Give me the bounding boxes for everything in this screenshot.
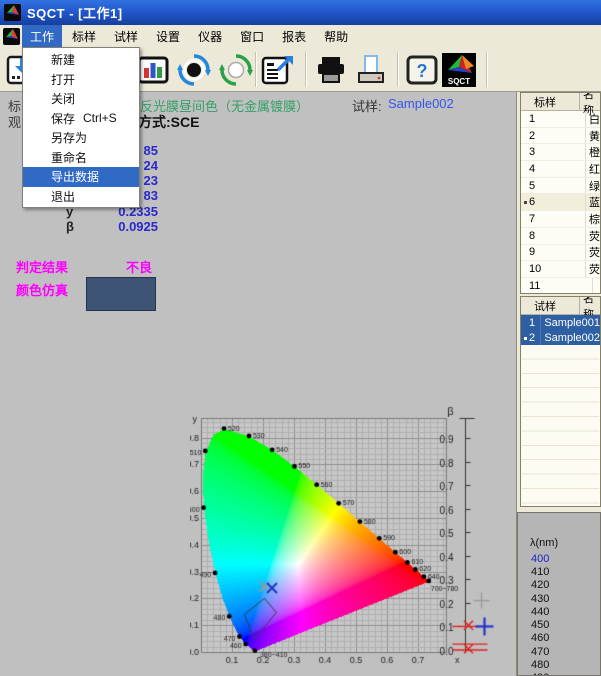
value: 83	[144, 188, 158, 203]
title-bar[interactable]: SQCT - [工作1]	[0, 0, 601, 25]
svg-text:SQCT: SQCT	[448, 77, 470, 86]
work-dropdown-menu: 新建 打开 关闭 保存Ctrl+S 另存为 重命名 导出数据 退出	[22, 47, 140, 208]
menu-sample[interactable]: 试样	[106, 25, 146, 47]
spectral-data-panel: λ(nm) 400 410 420 430 440 450 460 470 48…	[517, 512, 601, 676]
judgment-result: 不良	[126, 257, 152, 276]
wavelength-value: 410	[518, 565, 600, 578]
menu-item-save-as[interactable]: 另存为	[23, 128, 139, 148]
wavelength-value: 430	[518, 592, 600, 605]
menu-item-save[interactable]: 保存Ctrl+S	[23, 109, 139, 129]
wavelength-value: 440	[518, 605, 600, 618]
standard-row[interactable]: 9荧	[521, 245, 600, 262]
empty-rows	[522, 345, 599, 505]
wavelength-header: λ(nm)	[530, 537, 600, 549]
sqct-about-button[interactable]: SQCT	[440, 51, 478, 89]
menu-item-rename[interactable]: 重命名	[23, 148, 139, 168]
toolbar-separator	[397, 52, 399, 87]
sample-target-icon	[219, 53, 253, 87]
cie-chromaticity-chart	[190, 405, 515, 676]
judgment-label: 判定结果	[16, 257, 68, 276]
measure-mode: 方式:SCE	[138, 112, 199, 132]
svg-text:?: ?	[417, 61, 428, 81]
menu-item-export-data[interactable]: 导出数据	[23, 167, 139, 187]
toolbar-separator	[305, 52, 307, 87]
help-icon: ?	[406, 55, 438, 85]
current-row-marker	[524, 337, 527, 340]
standards-table-header: 标样 名称	[521, 93, 600, 111]
app-icon	[4, 4, 21, 21]
sample-row-active[interactable]: 2Sample002	[521, 330, 600, 345]
samples-table[interactable]: 试样 名称 1Sample001 2Sample002	[520, 296, 601, 507]
menu-bar: 工作 标样 试样 设置 仪器 窗口 报表 帮助	[0, 25, 601, 47]
value: 24	[144, 158, 158, 173]
value-row-beta: β 0.0925	[0, 219, 158, 234]
bar-chart-icon	[137, 54, 169, 86]
standard-row[interactable]: 1白	[521, 111, 600, 128]
sample-measure-button[interactable]	[217, 51, 255, 89]
standard-row[interactable]: 10荧	[521, 261, 600, 278]
standard-row[interactable]: 3橙	[521, 144, 600, 161]
standard-row[interactable]: 8荧	[521, 228, 600, 245]
menu-standard[interactable]: 标样	[64, 25, 104, 47]
save-shortcut: Ctrl+S	[83, 111, 117, 125]
wavelength-value: 450	[518, 618, 600, 631]
print-preview-button[interactable]	[352, 51, 390, 89]
samples-table-header: 试样 名称	[521, 297, 600, 315]
samples-header-name: 名称	[579, 297, 600, 314]
help-button[interactable]: ?	[403, 51, 441, 89]
beta-label: β	[66, 219, 74, 234]
export-report-button[interactable]	[259, 51, 297, 89]
menu-item-open[interactable]: 打开	[23, 70, 139, 90]
wavelength-value: 420	[518, 579, 600, 592]
value: 85	[144, 143, 158, 158]
wavelength-value: 400	[518, 552, 600, 565]
standard-row[interactable]: 5绿	[521, 178, 600, 195]
print-button[interactable]	[312, 51, 350, 89]
standards-header-name: 名称	[579, 93, 600, 110]
child-window-icon[interactable]	[0, 25, 22, 47]
wavelength-value: 490	[518, 672, 600, 676]
samples-header-no: 试样	[521, 298, 579, 314]
window-title: SQCT - [工作1]	[27, 3, 123, 22]
menu-item-new[interactable]: 新建	[23, 50, 139, 70]
menu-work[interactable]: 工作	[22, 25, 62, 47]
export-report-icon	[261, 54, 295, 86]
color-simulation-swatch	[86, 277, 156, 311]
color-simulation-label: 颜色仿真	[16, 280, 68, 299]
menu-item-close[interactable]: 关闭	[23, 89, 139, 109]
menu-item-exit[interactable]: 退出	[23, 187, 139, 207]
sample-label: 试样:	[352, 96, 382, 115]
menu-settings[interactable]: 设置	[148, 25, 188, 47]
beta-value: 0.0925	[118, 219, 158, 234]
value: 23	[144, 173, 158, 188]
standards-table[interactable]: 标样 名称 1白 2黄 3橙 4红 5绿 6蓝 7棕 8荧 9荧 10荧 11	[520, 92, 601, 294]
sample-row[interactable]: 1Sample001	[521, 315, 600, 330]
observer-label-fragment: 观	[8, 112, 21, 131]
standard-measure-button[interactable]	[175, 51, 213, 89]
sqct-logo-icon: SQCT	[442, 53, 476, 87]
toolbar-separator	[486, 52, 488, 87]
standard-row[interactable]: 4红	[521, 161, 600, 178]
standard-row[interactable]: 2黄	[521, 128, 600, 145]
standard-row-selected[interactable]: 6蓝	[521, 194, 600, 211]
print-preview-icon	[354, 54, 388, 86]
sqct-window: SQCT - [工作1] 工作 标样 试样 设置 仪器 窗口 报表 帮助	[0, 0, 601, 676]
standard-row[interactable]: 7棕	[521, 211, 600, 228]
menu-report[interactable]: 报表	[274, 25, 314, 47]
toolbar-separator	[255, 52, 257, 87]
standard-target-icon	[177, 53, 211, 87]
sample-name: Sample002	[388, 96, 454, 111]
standards-header-no: 标样	[521, 94, 579, 110]
printer-icon	[314, 54, 348, 86]
current-row-marker	[524, 201, 527, 204]
standard-row[interactable]: 11	[521, 278, 600, 294]
menu-window[interactable]: 窗口	[232, 25, 272, 47]
wavelength-value: 460	[518, 632, 600, 645]
wavelength-value: 470	[518, 645, 600, 658]
menu-instrument[interactable]: 仪器	[190, 25, 230, 47]
menu-help[interactable]: 帮助	[316, 25, 356, 47]
wavelength-value: 480	[518, 658, 600, 671]
